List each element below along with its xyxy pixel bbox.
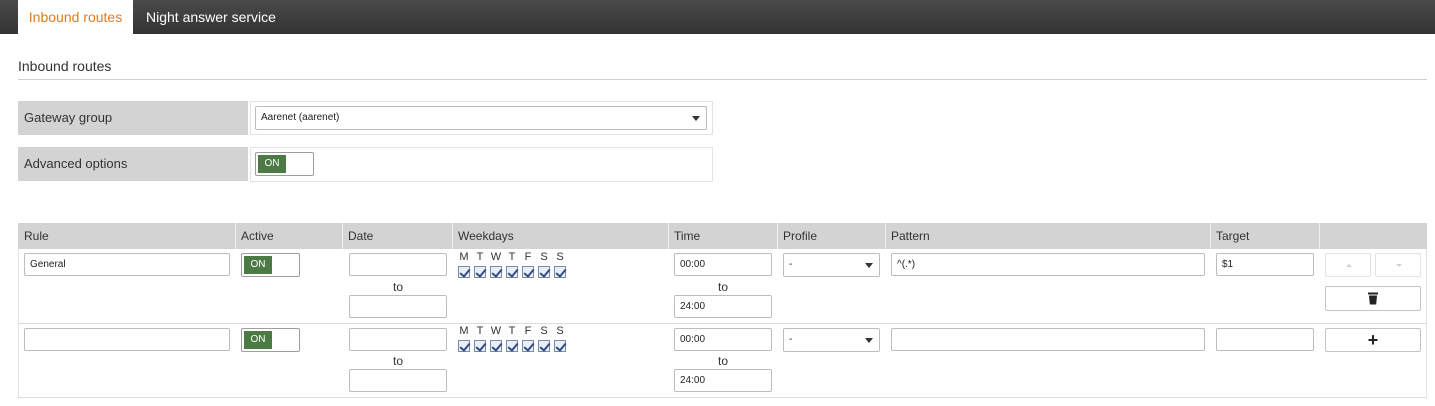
weekday-letter: T bbox=[508, 251, 516, 263]
weekday-letter: W bbox=[490, 251, 502, 263]
weekday-letter: T bbox=[476, 325, 484, 337]
header-time: Time bbox=[674, 229, 701, 243]
target-input[interactable] bbox=[1216, 328, 1314, 351]
profile-value: - bbox=[789, 334, 793, 345]
time-from-input[interactable]: 00:00 bbox=[674, 328, 772, 351]
pattern-input[interactable]: ^(.*) bbox=[891, 253, 1205, 276]
header-pattern: Pattern bbox=[891, 229, 930, 243]
weekday-checkbox[interactable] bbox=[522, 340, 534, 352]
time-to-input[interactable]: 24:00 bbox=[674, 295, 772, 318]
weekday-checkbox[interactable] bbox=[490, 340, 502, 352]
row-divider bbox=[18, 323, 1427, 324]
weekday-checkboxes bbox=[458, 266, 570, 280]
column-divider bbox=[777, 223, 778, 249]
move-down-button[interactable] bbox=[1375, 253, 1421, 277]
weekday-checkboxes bbox=[458, 340, 570, 354]
advanced-options-toggle[interactable]: ON bbox=[255, 152, 314, 176]
column-divider bbox=[342, 223, 343, 249]
weekday-letter: S bbox=[540, 325, 548, 337]
weekday-letters: MTWTFSS bbox=[456, 325, 568, 337]
time-to-input[interactable]: 24:00 bbox=[674, 369, 772, 392]
delete-rule-button[interactable] bbox=[1325, 286, 1421, 311]
row-divider bbox=[18, 397, 1427, 398]
header-date: Date bbox=[348, 229, 374, 243]
active-toggle[interactable]: ON bbox=[241, 253, 300, 277]
rule-input[interactable] bbox=[24, 328, 230, 351]
date-to-label: to bbox=[392, 280, 403, 294]
weekday-checkbox[interactable] bbox=[554, 266, 566, 278]
header-target: Target bbox=[1216, 229, 1250, 243]
weekday-checkbox[interactable] bbox=[474, 340, 486, 352]
gateway-group-label: Gateway group bbox=[18, 101, 248, 135]
profile-select[interactable]: - bbox=[783, 328, 880, 352]
section-divider bbox=[18, 79, 1427, 80]
weekday-letter: M bbox=[459, 325, 469, 337]
header-profile: Profile bbox=[783, 229, 818, 243]
move-up-button[interactable] bbox=[1325, 253, 1371, 277]
profile-value: - bbox=[789, 259, 793, 270]
date-to-label: to bbox=[392, 354, 403, 368]
weekday-checkbox[interactable] bbox=[490, 266, 502, 278]
chevron-down-icon bbox=[1396, 264, 1402, 267]
weekday-letter: F bbox=[524, 325, 532, 337]
section-title: Inbound routes bbox=[18, 58, 112, 74]
weekday-checkbox[interactable] bbox=[506, 266, 518, 278]
column-divider bbox=[668, 223, 669, 249]
column-divider bbox=[1319, 223, 1320, 249]
toggle-on-label: ON bbox=[244, 256, 272, 274]
advanced-options-label: Advanced options bbox=[18, 147, 248, 181]
weekday-letter: T bbox=[476, 251, 484, 263]
advanced-options-cell bbox=[250, 147, 713, 182]
weekday-checkbox[interactable] bbox=[554, 340, 566, 352]
weekday-letter: S bbox=[556, 251, 564, 263]
column-divider bbox=[235, 223, 236, 249]
chevron-up-icon bbox=[1346, 264, 1352, 267]
weekday-checkbox[interactable] bbox=[458, 340, 470, 352]
rule-input[interactable]: General bbox=[24, 253, 230, 276]
tab-inbound-routes[interactable]: Inbound routes bbox=[18, 0, 133, 34]
header-active: Active bbox=[241, 229, 274, 243]
toggle-on-label: ON bbox=[258, 155, 286, 173]
date-from-input[interactable] bbox=[349, 328, 447, 351]
target-input[interactable]: $1 bbox=[1216, 253, 1314, 276]
gateway-group-select[interactable]: Aarenet (aarenet) bbox=[255, 106, 707, 130]
column-divider bbox=[1210, 223, 1211, 249]
toggle-on-label: ON bbox=[244, 331, 272, 349]
time-from-input[interactable]: 00:00 bbox=[674, 253, 772, 276]
add-rule-button[interactable]: + bbox=[1325, 328, 1421, 352]
weekday-checkbox[interactable] bbox=[538, 340, 550, 352]
weekday-letters: MTWTFSS bbox=[456, 251, 568, 263]
trash-icon bbox=[1368, 292, 1378, 305]
profile-select[interactable]: - bbox=[783, 253, 880, 277]
header-weekdays: Weekdays bbox=[458, 229, 514, 243]
weekday-letter: M bbox=[459, 251, 469, 263]
weekday-checkbox[interactable] bbox=[458, 266, 470, 278]
weekday-letter: S bbox=[540, 251, 548, 263]
date-to-input[interactable] bbox=[349, 369, 447, 392]
pattern-input[interactable] bbox=[891, 328, 1205, 351]
chevron-down-icon bbox=[692, 116, 700, 121]
tab-night-answer-service[interactable]: Night answer service bbox=[136, 0, 286, 34]
weekday-checkbox[interactable] bbox=[506, 340, 518, 352]
column-divider bbox=[885, 223, 886, 249]
chevron-down-icon bbox=[865, 263, 873, 268]
header-rule: Rule bbox=[24, 229, 49, 243]
chevron-down-icon bbox=[865, 338, 873, 343]
active-toggle[interactable]: ON bbox=[241, 328, 300, 352]
weekday-letter: F bbox=[524, 251, 532, 263]
weekday-letter: S bbox=[556, 325, 564, 337]
weekday-checkbox[interactable] bbox=[538, 266, 550, 278]
weekday-letter: T bbox=[508, 325, 516, 337]
weekday-checkbox[interactable] bbox=[522, 266, 534, 278]
top-tab-bar: Inbound routes Night answer service bbox=[0, 0, 1435, 34]
gateway-group-value: Aarenet (aarenet) bbox=[261, 112, 340, 123]
weekday-checkbox[interactable] bbox=[474, 266, 486, 278]
time-to-label: to bbox=[717, 280, 728, 294]
time-to-label: to bbox=[717, 354, 728, 368]
weekday-letter: W bbox=[490, 325, 502, 337]
plus-icon: + bbox=[1367, 330, 1379, 350]
date-to-input[interactable] bbox=[349, 295, 447, 318]
date-from-input[interactable] bbox=[349, 253, 447, 276]
column-divider bbox=[452, 223, 453, 249]
